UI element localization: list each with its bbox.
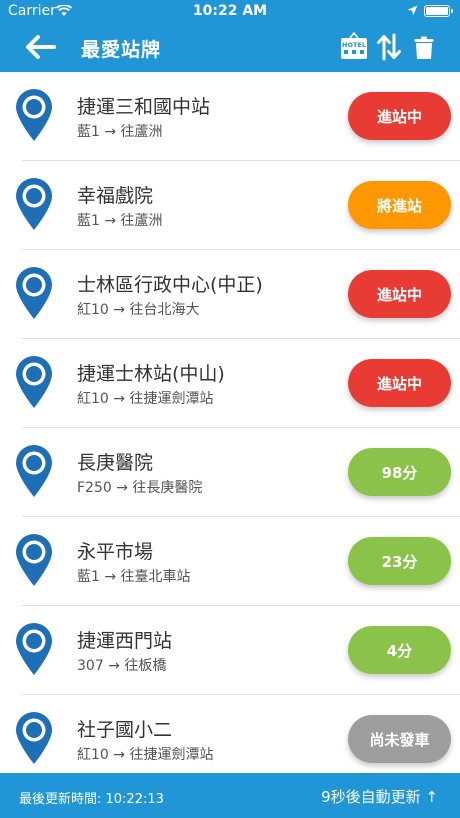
stop-name: 永平市場 <box>77 541 154 563</box>
map-pin-icon <box>16 534 52 586</box>
app-header: Carrier 10:22 AM 最愛站牌 HOTEL <box>0 0 460 72</box>
hotel-sign-label: HOTEL <box>342 41 366 49</box>
last-update-time: 最後更新時間: 10:22:13 <box>19 792 164 807</box>
sort-icon[interactable] <box>377 33 401 61</box>
stop-route: 紅10 → 往台北海大 <box>77 302 200 318</box>
map-pin-icon <box>16 356 52 408</box>
map-pin-icon <box>16 445 52 497</box>
map-pin-icon <box>16 712 52 764</box>
stop-route: 紅10 → 往捷運劍潭站 <box>77 391 214 407</box>
stop-row[interactable]: 永平市場藍1 → 往臺北車站 23分 <box>0 517 460 606</box>
stop-name: 幸福戲院 <box>77 185 154 207</box>
stop-row[interactable]: 長庚醫院 F250 → 往長庚醫院 98分 <box>0 428 460 517</box>
arrival-status-badge: 進站中 <box>348 270 451 318</box>
hotel-icon[interactable]: HOTEL <box>339 31 369 61</box>
stop-name: 捷運三和國中站 <box>77 96 211 118</box>
stop-route: 藍1 → 往蘆洲 <box>77 124 163 140</box>
arrival-status-badge: 尚未發車 <box>348 715 451 763</box>
arrival-status-badge: 23分 <box>348 537 451 585</box>
trash-icon[interactable] <box>414 36 434 60</box>
stop-row[interactable]: 捷運西門站 307 → 往板橋 4分 <box>0 606 460 695</box>
auto-update-button[interactable]: 9秒後自動更新 ↑ <box>321 786 438 807</box>
stop-route: F250 → 往長庚醫院 <box>77 480 203 496</box>
back-arrow-icon[interactable] <box>24 34 56 60</box>
status-bar: Carrier 10:22 AM <box>0 0 460 24</box>
stop-row[interactable]: 捷運士林站(中山) 紅10 → 往捷運劍潭站 進站中 <box>0 339 460 428</box>
map-pin-icon <box>16 178 52 230</box>
stop-row[interactable]: 社子國小二紅10 → 往捷運劍潭站 尚未發車 <box>0 695 460 784</box>
arrival-status-badge: 進站中 <box>348 92 451 140</box>
arrival-status-badge: 將進站 <box>348 181 451 229</box>
stop-name: 社子國小二 <box>77 719 173 741</box>
stop-name: 捷運西門站 <box>77 630 173 652</box>
arrival-status-badge: 進站中 <box>348 359 451 407</box>
map-pin-icon <box>16 267 52 319</box>
stop-name: 士林區行政中心(中正) <box>77 274 263 296</box>
location-arrow-icon <box>407 5 418 16</box>
stop-row[interactable]: 捷運三和國中站藍1 → 往蘆洲 進站中 <box>0 72 460 161</box>
map-pin-icon <box>16 89 52 141</box>
footer-bar: 最後更新時間: 10:22:13 9秒後自動更新 ↑ <box>0 773 460 818</box>
stop-name: 捷運士林站(中山) <box>77 363 225 385</box>
stop-name: 長庚醫院 <box>77 452 154 474</box>
arrival-status-badge: 98分 <box>348 448 451 496</box>
page-title: 最愛站牌 <box>81 39 162 61</box>
stop-row[interactable]: 士林區行政中心(中正) 紅10 → 往台北海大 進站中 <box>0 250 460 339</box>
stop-route: 307 → 往板橋 <box>77 658 167 674</box>
stop-route: 紅10 → 往捷運劍潭站 <box>77 747 214 763</box>
map-pin-icon <box>16 623 52 675</box>
stop-route: 藍1 → 往蘆洲 <box>77 213 163 229</box>
arrival-status-badge: 4分 <box>348 626 451 674</box>
stop-row[interactable]: 幸福戲院藍1 → 往蘆洲 將進站 <box>0 161 460 250</box>
status-time: 10:22 AM <box>192 3 268 19</box>
stop-route: 藍1 → 往臺北車站 <box>77 569 191 585</box>
favorite-stops-list: 捷運三和國中站 藍1 → 往蘆洲 進站中 幸福戲院 藍1 → 往蘆洲 將進站 士林區行政中心… <box>0 72 460 784</box>
battery-icon <box>424 5 453 17</box>
